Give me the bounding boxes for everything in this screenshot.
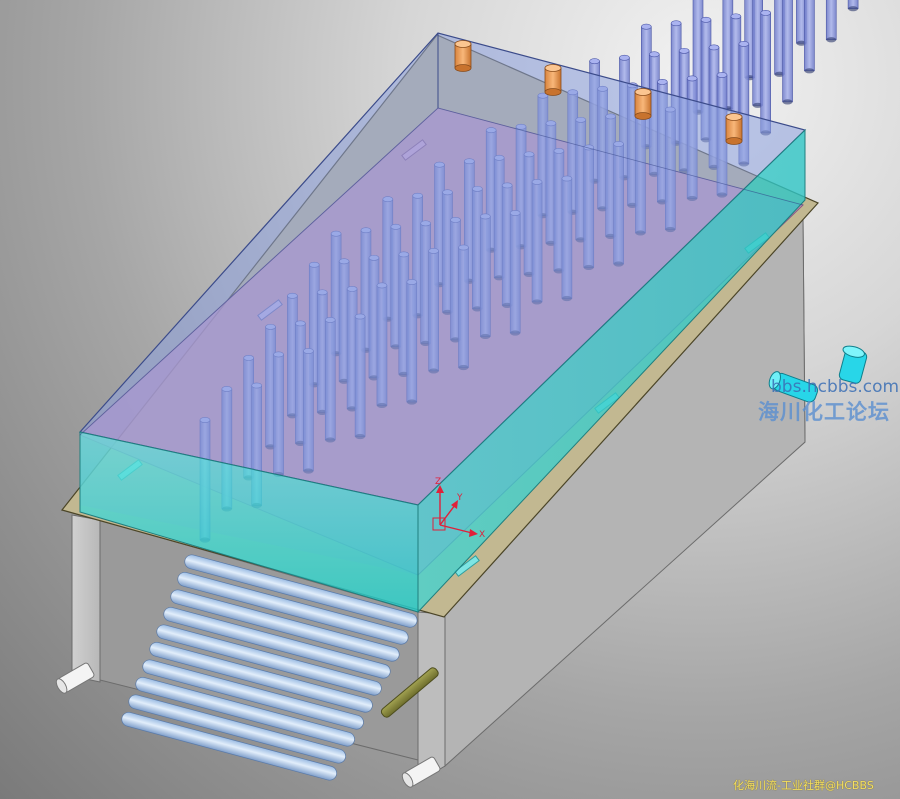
watermark-url: bbs.hcbbs.com [771,377,900,397]
triad-x-label: X [479,530,485,540]
cad-viewport[interactable]: Z Y X bbs.hcbbs.com 海川化工论坛 化海川流-工业社群@HCB… [0,0,900,799]
triad-y-label: Y [456,493,463,503]
heat-tube [804,0,815,74]
watermark-forum-name: 海川化工论坛 [758,400,890,424]
credit-text: 化海川流-工业社群@HCBBS [733,779,874,792]
nozzle-icon[interactable] [634,88,652,120]
heat-tube [782,0,793,105]
heat-tube [760,9,772,136]
heat-tube [825,0,837,43]
heat-tube [847,0,859,12]
nozzle-icon[interactable] [725,113,743,145]
triad-z-label: Z [435,477,441,487]
nozzle-icon[interactable] [454,40,472,72]
nozzle-icon[interactable] [544,64,562,96]
